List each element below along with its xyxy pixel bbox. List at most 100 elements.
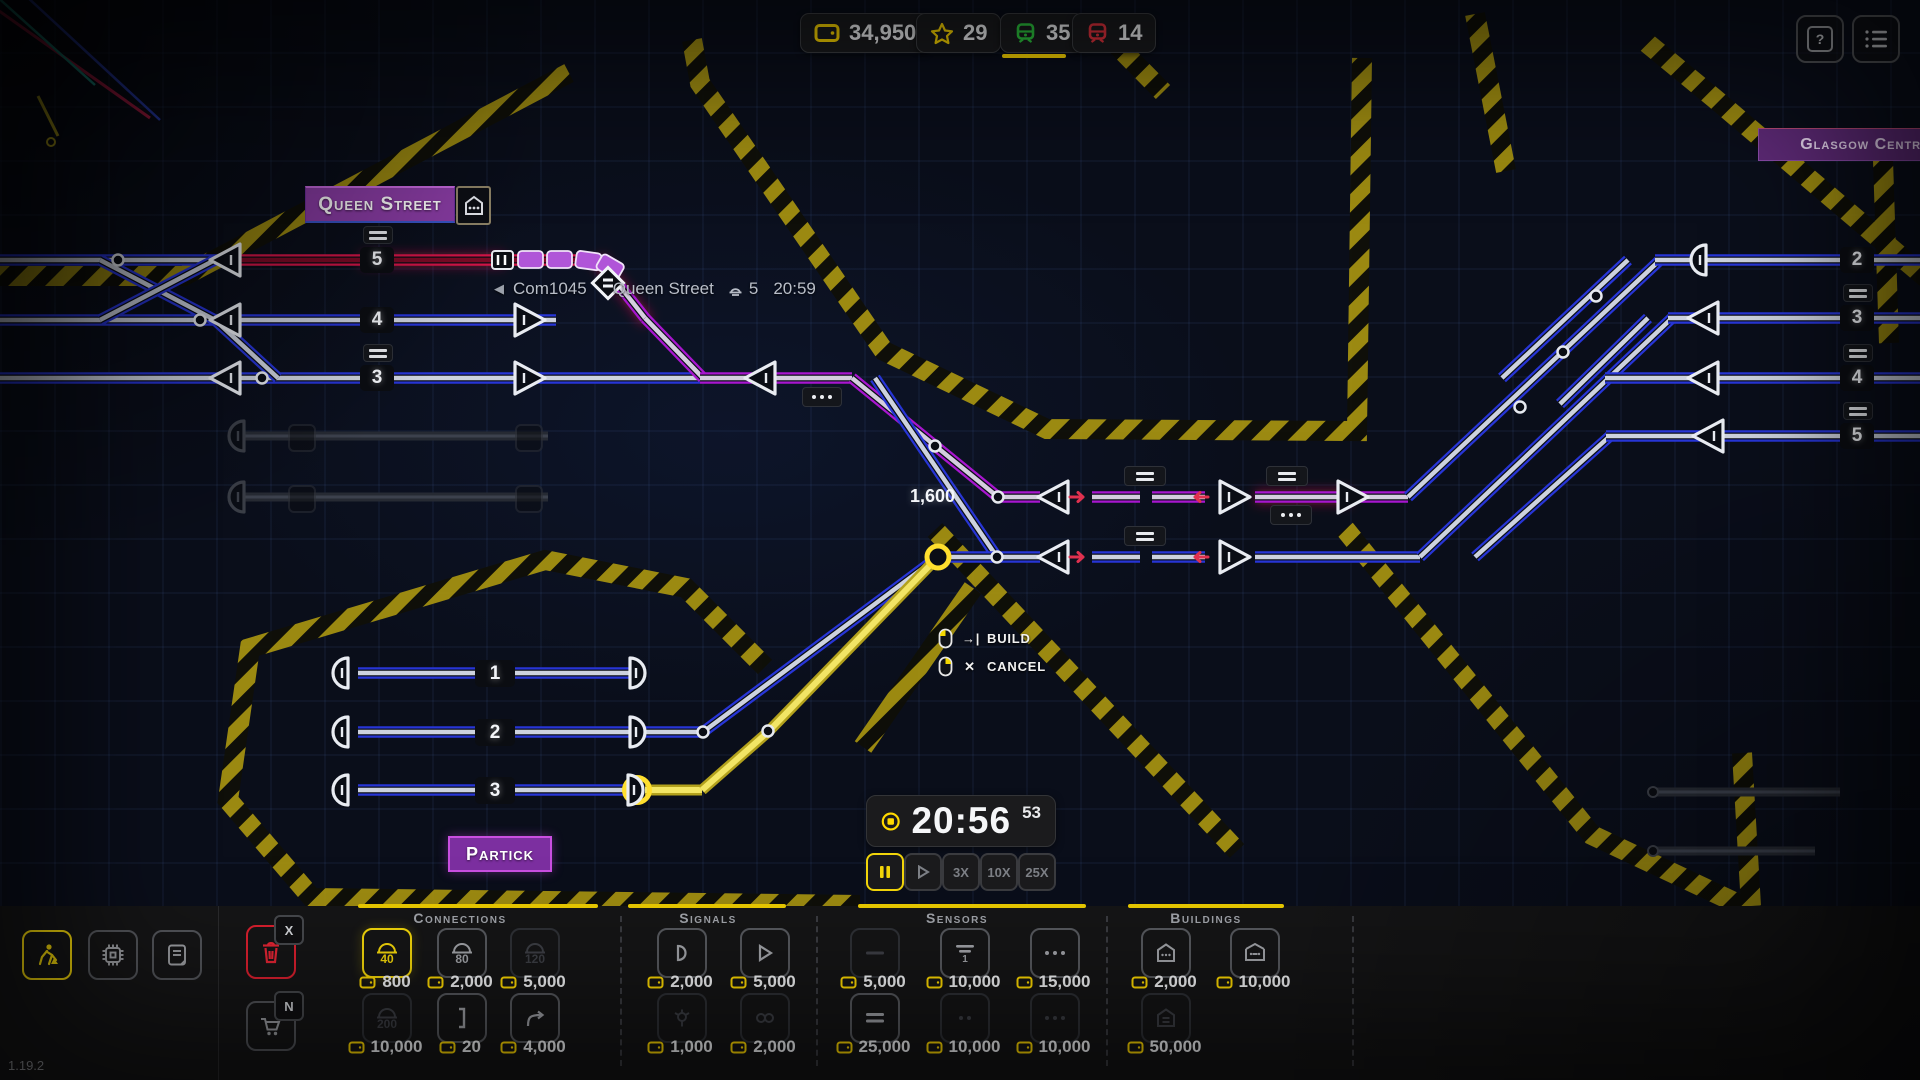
tool-depot[interactable]	[1141, 993, 1191, 1043]
train-info-label[interactable]: ◀ Com1045 Queen Street 5 20:59	[494, 278, 816, 300]
junction-node[interactable]	[1648, 846, 1658, 856]
large-station-icon	[1242, 941, 1268, 965]
signal-r[interactable]	[515, 362, 545, 394]
tool-crossover[interactable]	[510, 993, 560, 1043]
platform-sensor-badge[interactable]	[363, 226, 393, 244]
trains-waiting-counter[interactable]: 14	[1072, 13, 1156, 53]
tool-large-station[interactable]	[1230, 928, 1280, 978]
star-counter[interactable]: 29	[916, 13, 1001, 53]
section-tab-sensors	[858, 904, 1086, 908]
train-arrival-time: 20:59	[773, 279, 816, 299]
signal-dl[interactable]	[1691, 245, 1706, 275]
systems-mode-button[interactable]	[88, 930, 138, 980]
junction-node[interactable]	[257, 373, 268, 384]
speed-10x-button[interactable]: 10X	[980, 853, 1018, 891]
signal-dl[interactable]	[229, 421, 244, 451]
tool-station[interactable]	[1141, 928, 1191, 978]
junction-node[interactable]	[992, 552, 1003, 563]
tool-track-speed-200[interactable]: 200	[362, 993, 412, 1043]
section-tab-connections	[358, 904, 598, 908]
signal-l[interactable]	[745, 362, 775, 394]
junction-node[interactable]	[1515, 402, 1526, 413]
platform-sensor-badge[interactable]	[1843, 402, 1873, 420]
sensor-badge[interactable]	[1124, 466, 1166, 486]
tool-sensor-dots[interactable]	[1030, 928, 1080, 978]
signal-r[interactable]	[1220, 541, 1250, 573]
menu-button[interactable]	[1852, 15, 1900, 63]
signal-dl[interactable]	[333, 775, 348, 805]
signal-l[interactable]	[1038, 541, 1068, 573]
signal-dr[interactable]	[630, 717, 645, 747]
build-mode-button[interactable]	[22, 930, 72, 980]
book-icon	[164, 942, 190, 968]
signal-l[interactable]	[1688, 362, 1718, 394]
signal-r[interactable]	[1338, 481, 1368, 513]
signal-dr[interactable]	[628, 775, 643, 805]
queen-street-station-icon[interactable]	[456, 186, 491, 225]
tool-sensor-stack[interactable]: 1	[940, 928, 990, 978]
list-icon	[1864, 29, 1888, 49]
trains-running-value: 35	[1046, 20, 1070, 46]
cancel-hint-row: ✕ CANCEL	[938, 656, 1046, 677]
track-segment[interactable]	[645, 318, 703, 378]
junction-node[interactable]	[1591, 291, 1602, 302]
platform-number-right-4: 4	[1840, 365, 1874, 391]
sensor-badge[interactable]	[1124, 526, 1166, 546]
money-counter[interactable]: 34,950	[800, 13, 930, 53]
junction-node[interactable]	[993, 492, 1004, 503]
junction-node[interactable]	[195, 315, 206, 326]
tool-track-speed-80[interactable]: 80	[437, 928, 487, 978]
sensor-badge[interactable]	[1266, 466, 1308, 486]
signal-r[interactable]	[515, 304, 545, 336]
junction-node[interactable]	[930, 441, 941, 452]
sensor-dots-badge[interactable]	[1270, 505, 1312, 525]
station-label-queen-street[interactable]: Queen Street	[305, 186, 455, 223]
signal-dl[interactable]	[333, 717, 348, 747]
signal-dl[interactable]	[229, 482, 244, 512]
signal-l[interactable]	[1693, 420, 1723, 452]
tool-bumper[interactable]	[437, 993, 487, 1043]
track-segment[interactable]	[1475, 436, 1610, 557]
tool-sensor-two-dots[interactable]	[940, 993, 990, 1043]
tool-sensor-single[interactable]	[850, 928, 900, 978]
track-segment[interactable]	[768, 557, 938, 732]
speed-3x-button[interactable]: 3X	[942, 853, 980, 891]
timetable-mode-button[interactable]	[152, 930, 202, 980]
price-large-station: 10,000	[1193, 972, 1313, 992]
play-button[interactable]	[904, 853, 942, 891]
sensor-dots-badge[interactable]	[802, 387, 842, 407]
tool-chain-signal[interactable]	[740, 993, 790, 1043]
signal-dl[interactable]	[333, 658, 348, 688]
signal-l[interactable]	[210, 362, 240, 394]
station-label-partick[interactable]: Partick	[448, 836, 552, 872]
platform-icon	[728, 282, 743, 297]
tool-track-speed-40[interactable]: 40	[362, 928, 412, 978]
junction-node[interactable]	[698, 727, 709, 738]
pause-button[interactable]	[866, 853, 904, 891]
station-label-glasgow-central[interactable]: Glasgow Central	[1758, 128, 1920, 161]
tool-sensor-three-dots[interactable]	[1030, 993, 1080, 1043]
tool-path-signal[interactable]	[657, 928, 707, 978]
junction-node[interactable]	[763, 726, 774, 737]
platform-sensor-badge[interactable]	[1843, 284, 1873, 302]
signal-r[interactable]	[1220, 481, 1250, 513]
platform-sensor-badge[interactable]	[1843, 344, 1873, 362]
platform-sensor-badge[interactable]	[363, 344, 393, 362]
help-button[interactable]: ?	[1796, 15, 1844, 63]
tool-sensor-double[interactable]	[850, 993, 900, 1043]
junction-node[interactable]	[113, 255, 124, 266]
junction-node[interactable]	[1558, 347, 1569, 358]
signal-l[interactable]	[1688, 302, 1718, 334]
junction-node[interactable]	[47, 138, 55, 146]
track-segment[interactable]	[702, 732, 768, 790]
cancel-glyph: ✕	[962, 659, 978, 675]
signal-l[interactable]	[1038, 481, 1068, 513]
tool-track-speed-120[interactable]: 120	[510, 928, 560, 978]
junction-node[interactable]	[927, 546, 949, 568]
speed-25x-button[interactable]: 25X	[1018, 853, 1056, 891]
tool-gate-signal[interactable]	[657, 993, 707, 1043]
junction-node[interactable]	[1648, 787, 1658, 797]
tool-auto-signal[interactable]	[740, 928, 790, 978]
signal-dr[interactable]	[630, 658, 645, 688]
clock-stop-icon	[881, 808, 900, 835]
